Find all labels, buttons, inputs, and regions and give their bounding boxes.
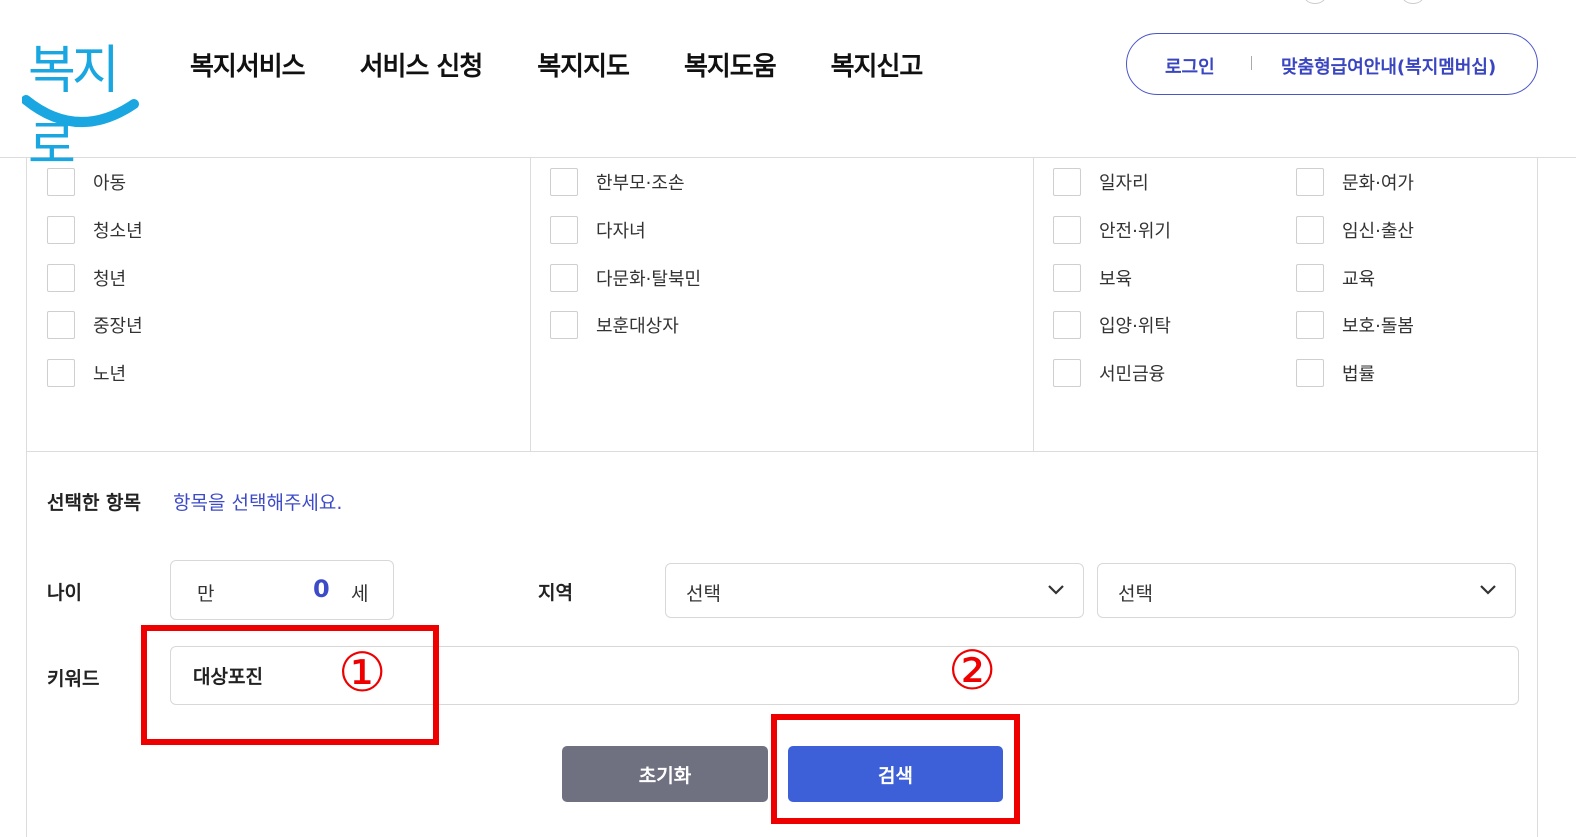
keyword-label: 키워드 (47, 668, 100, 690)
category-multi-child[interactable]: 다자녀 (550, 216, 646, 244)
category-finance[interactable]: 서민금융 (1053, 359, 1165, 387)
chevron-down-icon (1048, 585, 1064, 595)
category-childcare[interactable]: 보육 (1053, 264, 1132, 292)
age-value[interactable]: 0 (313, 575, 330, 603)
checkbox[interactable] (1296, 359, 1324, 387)
top-bar-decoration (1304, 0, 1326, 4)
checkbox-label: 임신·출산 (1342, 221, 1414, 242)
category-panel: 아동 청소년 청년 중장년 노년 한부모·조손 다자녀 다문화·탈북민 보훈대상… (26, 158, 1538, 452)
nav-welfare-report[interactable]: 복지신고 (831, 46, 924, 83)
checkbox[interactable] (47, 216, 75, 244)
auth-divider (1251, 56, 1252, 70)
category-youth[interactable]: 청년 (47, 264, 126, 292)
top-bar-decoration (1402, 0, 1424, 4)
select-value: 선택 (1118, 583, 1153, 605)
category-child[interactable]: 아동 (47, 168, 126, 196)
checkbox-label: 입양·위탁 (1099, 316, 1171, 337)
checkbox-label: 다자녀 (596, 221, 646, 242)
membership-link[interactable]: 맞춤형급여안내(복지멤버십) (1281, 53, 1496, 79)
checkbox-label: 안전·위기 (1099, 221, 1171, 242)
login-link[interactable]: 로그인 (1165, 53, 1215, 79)
category-single-parent[interactable]: 한부모·조손 (550, 168, 685, 196)
checkbox-label: 교육 (1342, 269, 1376, 290)
checkbox-label: 노년 (93, 364, 127, 385)
category-pregnancy[interactable]: 임신·출산 (1296, 216, 1414, 244)
category-adoption[interactable]: 입양·위탁 (1053, 311, 1171, 339)
checkbox[interactable] (1053, 216, 1081, 244)
checkbox[interactable] (1296, 311, 1324, 339)
checkbox-label: 보호·돌봄 (1342, 316, 1414, 337)
annotation-box-search (771, 714, 1020, 824)
main-nav: 복지서비스 서비스 신청 복지지도 복지도움 복지신고 (190, 46, 977, 83)
reset-button[interactable]: 초기화 (562, 746, 768, 802)
checkbox[interactable] (1053, 168, 1081, 196)
checkbox-label: 일자리 (1099, 173, 1149, 194)
category-multicultural[interactable]: 다문화·탈북민 (550, 264, 701, 292)
checkbox[interactable] (47, 264, 75, 292)
checkbox[interactable] (550, 311, 578, 339)
nav-welfare-map[interactable]: 복지지도 (537, 46, 630, 83)
checkbox-label: 서민금융 (1099, 364, 1166, 385)
auth-box: 로그인 맞춤형급여안내(복지멤버십) (1126, 33, 1538, 95)
age-field[interactable]: 만 0 세 (170, 560, 394, 620)
annotation-marker-1: ① (338, 641, 387, 704)
category-veterans[interactable]: 보훈대상자 (550, 311, 679, 339)
nav-welfare-service[interactable]: 복지서비스 (190, 46, 306, 83)
checkbox-label: 아동 (93, 173, 127, 194)
column-divider (530, 158, 531, 452)
site-header: 복지로 복지서비스 서비스 신청 복지지도 복지도움 복지신고 로그인 맞춤형급… (0, 0, 1576, 176)
checkbox-label: 중장년 (93, 316, 143, 337)
age-suffix: 세 (351, 583, 369, 605)
category-senior[interactable]: 노년 (47, 359, 126, 387)
checkbox[interactable] (1296, 216, 1324, 244)
checkbox[interactable] (47, 311, 75, 339)
checkbox-label: 보육 (1099, 269, 1133, 290)
checkbox[interactable] (1053, 264, 1081, 292)
category-culture[interactable]: 문화·여가 (1296, 168, 1414, 196)
selected-items-hint: 항목을 선택해주세요. (173, 492, 343, 514)
region-select-city[interactable]: 선택 (1097, 563, 1516, 618)
category-legal[interactable]: 법률 (1296, 359, 1375, 387)
checkbox[interactable] (1296, 168, 1324, 196)
category-education[interactable]: 교육 (1296, 264, 1375, 292)
site-logo[interactable]: 복지로 (22, 28, 142, 176)
checkbox-label: 보훈대상자 (596, 316, 679, 337)
category-middle-age[interactable]: 중장년 (47, 311, 143, 339)
checkbox[interactable] (47, 168, 75, 196)
checkbox-label: 청년 (93, 269, 127, 290)
checkbox-label: 한부모·조손 (596, 173, 685, 194)
checkbox[interactable] (1296, 264, 1324, 292)
nav-service-apply[interactable]: 서비스 신청 (360, 46, 484, 83)
select-value: 선택 (686, 583, 721, 605)
nav-welfare-help[interactable]: 복지도움 (684, 46, 777, 83)
checkbox[interactable] (550, 216, 578, 244)
age-label: 나이 (47, 582, 82, 604)
age-prefix: 만 (197, 583, 215, 605)
region-select-province[interactable]: 선택 (665, 563, 1084, 618)
checkbox-label: 다문화·탈북민 (596, 269, 702, 290)
checkbox[interactable] (550, 264, 578, 292)
checkbox[interactable] (47, 359, 75, 387)
region-label: 지역 (538, 582, 573, 604)
annotation-box-keyword (141, 625, 439, 745)
checkbox-label: 청소년 (93, 221, 143, 242)
annotation-marker-2: ② (948, 639, 997, 702)
logo-smile-icon (22, 95, 139, 127)
chevron-down-icon (1480, 585, 1496, 595)
category-jobs[interactable]: 일자리 (1053, 168, 1149, 196)
selected-items-label: 선택한 항목 (47, 492, 142, 514)
checkbox-label: 법률 (1342, 364, 1376, 385)
checkbox[interactable] (1053, 311, 1081, 339)
checkbox[interactable] (550, 168, 578, 196)
category-care[interactable]: 보호·돌봄 (1296, 311, 1414, 339)
checkbox[interactable] (1053, 359, 1081, 387)
column-divider (1033, 158, 1034, 452)
checkbox-label: 문화·여가 (1342, 173, 1414, 194)
category-safety-crisis[interactable]: 안전·위기 (1053, 216, 1171, 244)
category-teen[interactable]: 청소년 (47, 216, 143, 244)
